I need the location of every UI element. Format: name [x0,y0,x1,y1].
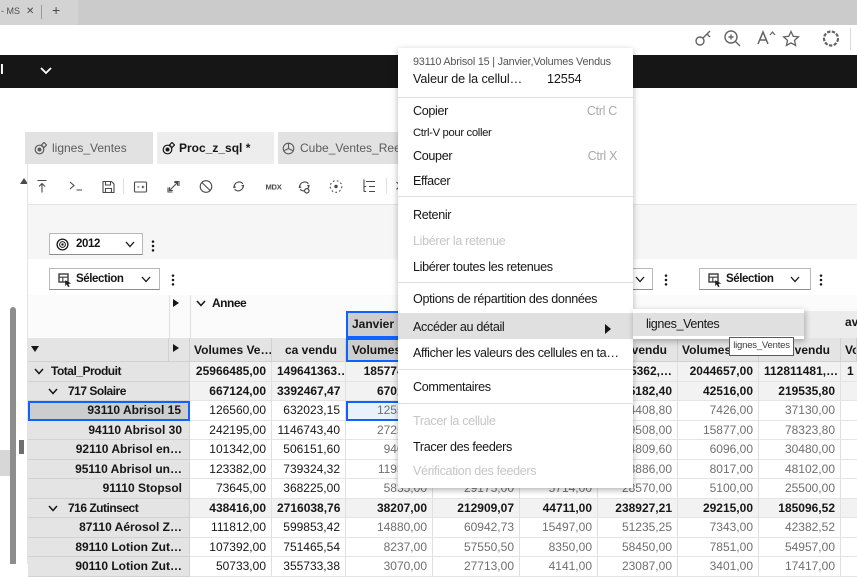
svg-text:MDX: MDX [266,182,282,191]
